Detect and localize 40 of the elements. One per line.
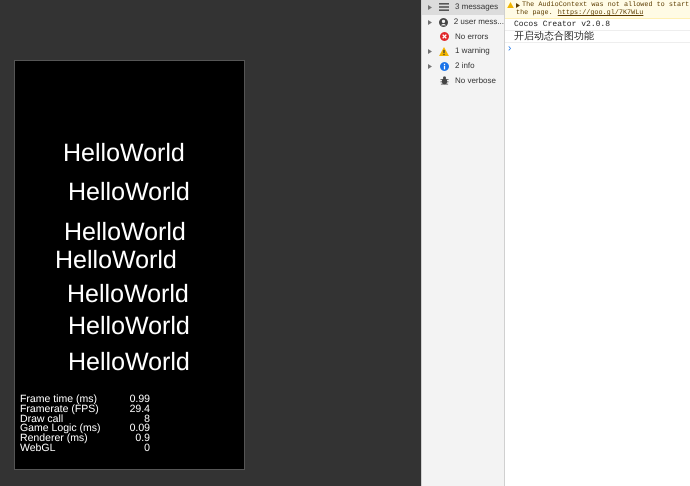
stat-label: Frame time (ms) <box>20 395 97 405</box>
stat-label: WebGL <box>20 444 56 454</box>
stat-value: 0.9 <box>135 434 150 444</box>
console-prompt[interactable]: › <box>505 43 512 55</box>
hello-label: HelloWorld <box>64 218 186 246</box>
log-message: Cocos Creator v2.0.8 <box>505 19 690 31</box>
hello-label: HelloWorld <box>68 312 190 340</box>
stat-value: 29.4 <box>130 404 150 415</box>
user-icon <box>438 18 448 27</box>
warning-icon <box>439 46 449 56</box>
sidebar-item[interactable]: 2 info <box>422 58 504 74</box>
warning-icon <box>507 2 514 8</box>
caret-right-icon <box>516 2 520 8</box>
sidebar-item[interactable]: 1 warning <box>422 44 504 59</box>
stat-value: 0.09 <box>130 424 150 434</box>
hello-label: HelloWorld <box>63 139 185 167</box>
caret-right-icon <box>428 20 432 25</box>
sidebar-item[interactable]: 3 messages <box>422 0 504 15</box>
stat-label: Draw call <box>20 414 64 424</box>
stat-label: Framerate (FPS) <box>20 404 99 415</box>
stat-label: Renderer (ms) <box>20 434 88 444</box>
hello-label: HelloWorld <box>68 178 190 206</box>
stat-label: Game Logic (ms) <box>20 424 101 434</box>
caret-right-icon <box>428 4 432 10</box>
caret-right-icon <box>428 64 432 69</box>
sidebar-item[interactable]: No verbose <box>422 73 504 88</box>
sidebar-item[interactable]: No errors <box>422 29 504 44</box>
stat-value: 0.99 <box>130 395 150 405</box>
list-icon <box>439 3 449 12</box>
caret-right-icon <box>428 48 432 54</box>
log-message: 开启动态合图功能 <box>505 31 690 43</box>
hello-label: HelloWorld <box>55 246 177 274</box>
stat-value: 0 <box>144 444 150 454</box>
stat-value: 8 <box>144 414 150 424</box>
bug-icon <box>440 76 448 86</box>
hello-label: HelloWorld <box>68 348 190 376</box>
error-icon <box>440 32 448 42</box>
hello-label: HelloWorld <box>67 280 189 308</box>
info-icon <box>440 62 448 71</box>
sidebar-item[interactable]: 2 user mess... <box>422 14 504 30</box>
